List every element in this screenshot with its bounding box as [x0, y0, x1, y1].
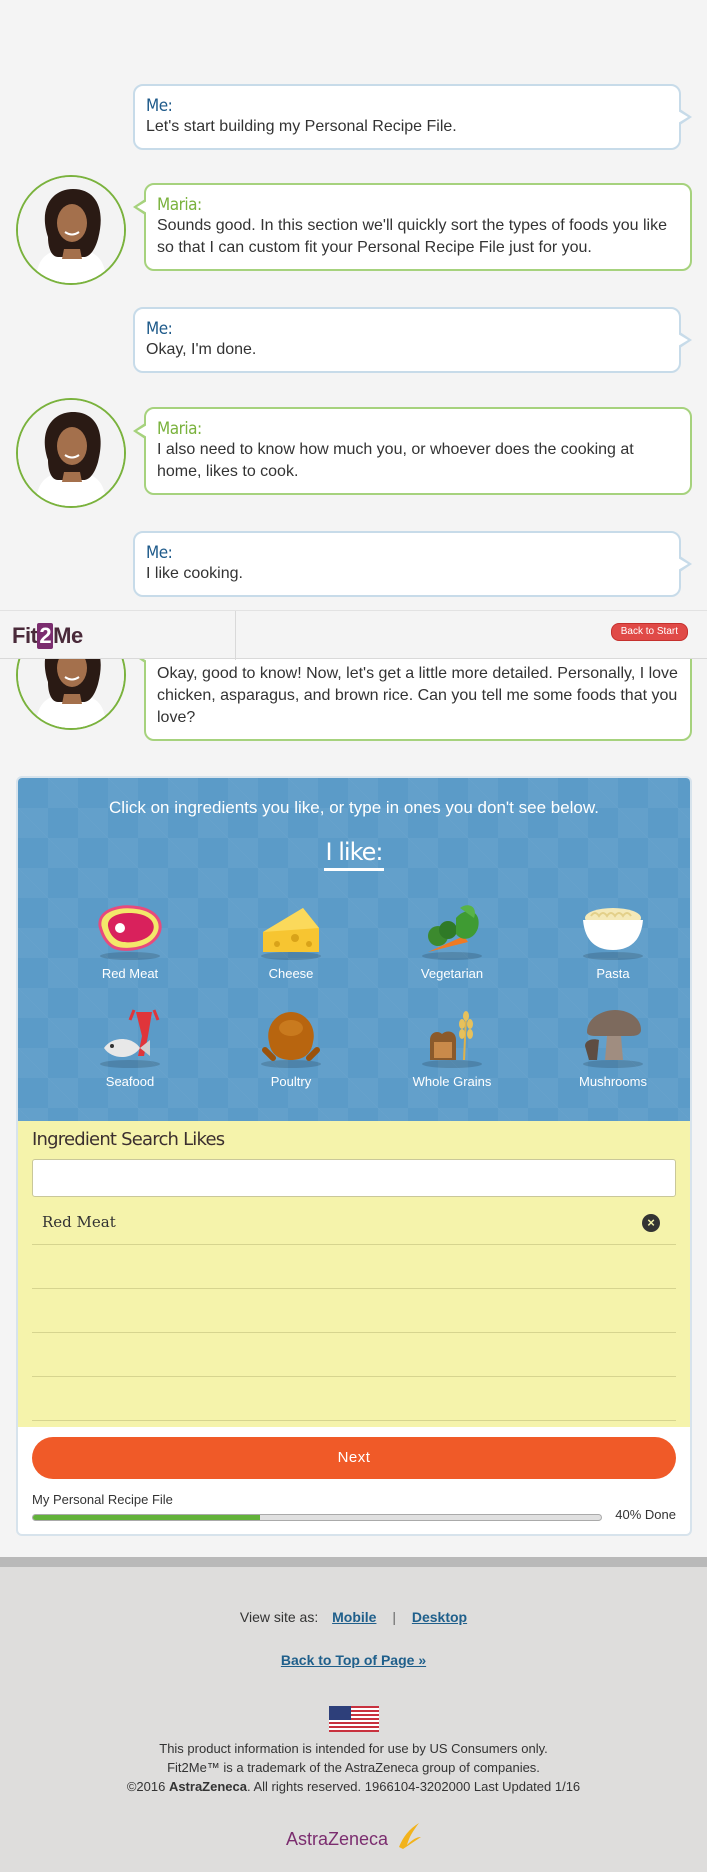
- cheese-icon: [261, 908, 321, 960]
- category-picker: Click on ingredients you like, or type i…: [18, 778, 690, 1123]
- category-seafood[interactable]: Seafood: [55, 1006, 205, 1089]
- header-divider: [235, 611, 236, 660]
- liked-ingredient-row: [32, 1377, 676, 1421]
- mushroom-icon: [583, 1010, 643, 1068]
- footer-divider: [0, 1557, 707, 1567]
- next-button[interactable]: Next: [32, 1437, 676, 1479]
- message-text: Okay, I'm done.: [146, 341, 257, 358]
- progress-label: My Personal Recipe File: [32, 1492, 173, 1507]
- progress-bar: [32, 1514, 602, 1521]
- ingredient-search-section: Ingredient Search Likes Red Meat ×: [18, 1121, 690, 1427]
- us-flag-icon: [329, 1706, 379, 1732]
- steak-icon: [98, 905, 162, 960]
- i-like-heading: I like:: [18, 838, 690, 871]
- logo-text: Me: [53, 623, 83, 648]
- speaker-name: Maria:: [157, 195, 202, 215]
- ingredient-panel: Click on ingredients you like, or type i…: [16, 776, 692, 1536]
- liked-ingredient-row: Red Meat ×: [32, 1201, 676, 1245]
- category-label: Whole Grains: [412, 1074, 492, 1089]
- rights-text: . All rights reserved. 1966104-3202000 L…: [246, 1779, 581, 1794]
- back-to-start-button[interactable]: Back to Start: [610, 623, 688, 641]
- search-title: Ingredient Search Likes: [32, 1129, 225, 1150]
- remove-icon[interactable]: ×: [642, 1214, 660, 1232]
- category-label: Pasta: [596, 966, 630, 981]
- category-label: Seafood: [105, 1074, 155, 1089]
- category-red-meat[interactable]: Red Meat: [55, 898, 205, 981]
- liked-ingredient-row: [32, 1289, 676, 1333]
- category-label: Poultry: [270, 1074, 312, 1089]
- legal-line: ©2016 AstraZeneca. All rights reserved. …: [0, 1777, 707, 1796]
- back-to-top-link[interactable]: Back to Top of Page »: [281, 1652, 426, 1668]
- category-poultry[interactable]: Poultry: [216, 1006, 366, 1089]
- view-as-label: View site as:: [239, 1609, 319, 1625]
- fit2me-logo[interactable]: Fit2Me: [12, 623, 83, 649]
- company-name: AstraZeneca: [168, 1779, 247, 1794]
- message-text: Let's start building my Personal Recipe …: [146, 118, 457, 135]
- category-whole-grains[interactable]: Whole Grains: [377, 1006, 527, 1089]
- user-message: Me: I like cooking.: [133, 531, 692, 597]
- liked-ingredient-row: [32, 1245, 676, 1289]
- progress-percent: 40% Done: [615, 1507, 676, 1522]
- instruction-text: Click on ingredients you like, or type i…: [109, 798, 599, 817]
- ingredient-search-input[interactable]: [32, 1159, 676, 1197]
- category-cheese[interactable]: Cheese: [216, 898, 366, 981]
- user-message: Me: Let's start building my Personal Rec…: [133, 84, 692, 150]
- lobster-fish-icon: [100, 1009, 160, 1068]
- turkey-icon: [261, 1012, 321, 1068]
- legal-line: This product information is intended for…: [159, 1741, 548, 1756]
- link-separator: |: [392, 1609, 396, 1625]
- maria-message: Maria: Sounds good. In this section we'l…: [133, 183, 692, 271]
- sticky-header: Fit2Me Back to Start: [0, 610, 707, 660]
- speaker-name: Me:: [146, 319, 173, 339]
- category-vegetarian[interactable]: Vegetarian: [377, 898, 527, 981]
- liked-ingredient-text: Red Meat: [42, 1213, 116, 1231]
- message-text: Sounds good. In this section we'll quick…: [157, 217, 667, 256]
- speaker-name: Maria:: [157, 419, 202, 439]
- category-label: Cheese: [268, 966, 314, 981]
- pasta-bowl-icon: [583, 908, 643, 960]
- logo-text: AstraZeneca: [286, 1829, 389, 1849]
- message-text: I also need to know how much you, or who…: [157, 441, 634, 480]
- astrazeneca-logo: AstraZeneca: [0, 1815, 707, 1855]
- legal-text: This product information is intended for…: [0, 1739, 707, 1796]
- view-site-as: View site as: Mobile | Desktop: [0, 1609, 707, 1625]
- liked-ingredient-row: [32, 1333, 676, 1377]
- category-label: Mushrooms: [579, 1074, 647, 1089]
- footer: View site as: Mobile | Desktop Back to T…: [0, 1567, 707, 1872]
- heading-text: I like:: [323, 838, 385, 871]
- maria-avatar: [16, 175, 126, 285]
- message-text: I like cooking.: [146, 565, 243, 582]
- category-pasta[interactable]: Pasta: [538, 898, 688, 981]
- category-label: Vegetarian: [420, 966, 484, 981]
- speaker-name: Me:: [146, 543, 173, 563]
- logo-two: 2: [37, 623, 54, 649]
- back-to-top: Back to Top of Page »: [0, 1652, 707, 1668]
- maria-avatar: [16, 398, 126, 508]
- category-mushrooms[interactable]: Mushrooms: [538, 1006, 688, 1089]
- logo-text: Fit: [12, 623, 38, 648]
- bread-wheat-icon: [422, 1011, 482, 1068]
- mobile-link[interactable]: Mobile: [332, 1609, 376, 1625]
- vegetables-icon: [422, 905, 482, 960]
- progress-fill: [33, 1515, 261, 1520]
- message-text: Okay, good to know! Now, let's get a lit…: [157, 665, 678, 726]
- legal-line: Fit2Me™ is a trademark of the AstraZenec…: [167, 1760, 540, 1775]
- speaker-name: Me:: [146, 96, 173, 116]
- category-label: Red Meat: [101, 966, 159, 981]
- maria-message: Maria: I also need to know how much you,…: [133, 407, 692, 495]
- copyright: ©2016: [126, 1779, 169, 1794]
- user-message: Me: Okay, I'm done.: [133, 307, 692, 373]
- desktop-link[interactable]: Desktop: [412, 1609, 467, 1625]
- astrazeneca-swirl-icon: [399, 1823, 421, 1849]
